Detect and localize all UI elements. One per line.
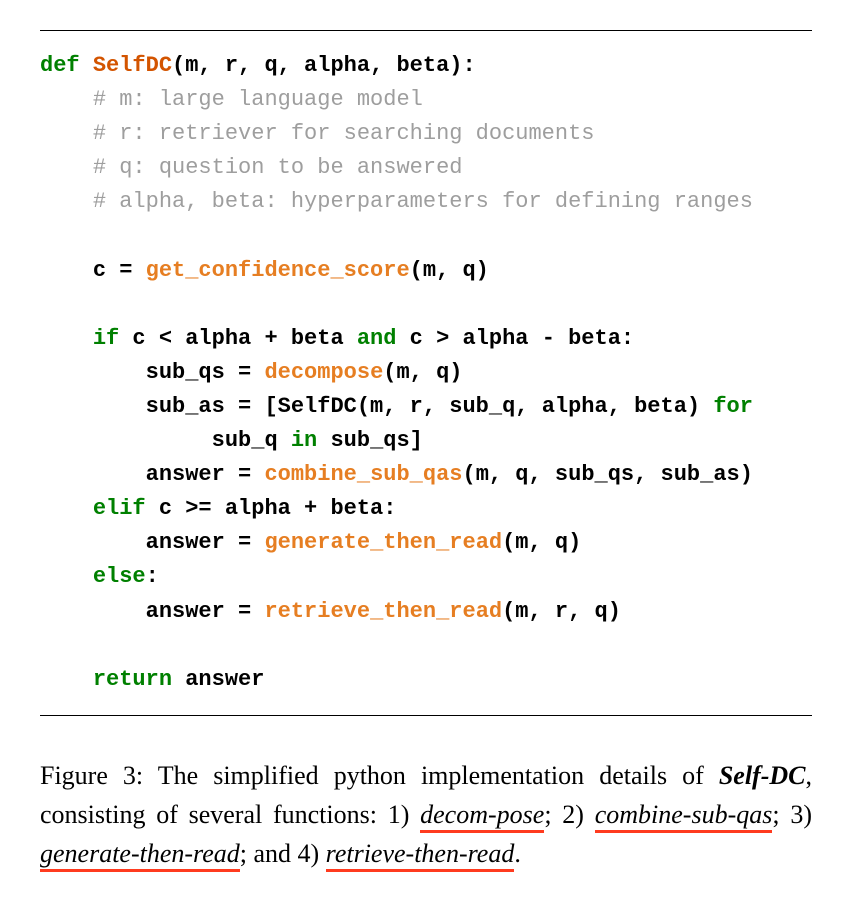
fn-label-retrieve-then-read: retrieve-then-read xyxy=(326,839,515,872)
subas-cont: sub_q xyxy=(212,428,291,453)
return-value: answer xyxy=(172,667,264,692)
answer-eq-3: answer = xyxy=(146,599,265,624)
comment-m: # m: large language model xyxy=(93,87,423,112)
fn-retrieve-then-read: retrieve_then_read xyxy=(264,599,502,624)
subqs-lhs: sub_qs = xyxy=(146,360,265,385)
gen-args: (m, q) xyxy=(502,530,581,555)
comment-alpha-beta: # alpha, beta: hyperparameters for defin… xyxy=(93,189,753,214)
comment-r: # r: retriever for searching documents xyxy=(93,121,595,146)
decompose-args: (m, q) xyxy=(383,360,462,385)
cond1a: c < alpha + beta xyxy=(119,326,357,351)
sep3: ; and 4) xyxy=(240,839,326,868)
subas-end: sub_qs] xyxy=(317,428,423,453)
code-block: def SelfDC(m, r, q, alpha, beta): # m: l… xyxy=(40,30,812,716)
sep1: ; 2) xyxy=(544,800,594,829)
keyword-and: and xyxy=(357,326,397,351)
function-name-selfdc: SelfDC xyxy=(93,53,172,78)
keyword-else: else xyxy=(93,564,146,589)
keyword-in: in xyxy=(291,428,317,453)
caption-selfdc: Self-DC xyxy=(719,761,806,790)
answer-eq-1: answer = xyxy=(146,462,265,487)
c-equals: c = xyxy=(93,258,146,283)
cond1b: c > alpha - beta: xyxy=(396,326,634,351)
figure-caption: Figure 3: The simplified python implemen… xyxy=(40,756,812,873)
keyword-def: def xyxy=(40,53,80,78)
fn-label-combine-sub-qas: combine-sub-qas xyxy=(595,800,773,833)
keyword-elif: elif xyxy=(93,496,146,521)
sep2: ; 3) xyxy=(772,800,812,829)
keyword-return: return xyxy=(93,667,172,692)
comment-q: # q: question to be answered xyxy=(93,155,463,180)
fn-decompose: decompose xyxy=(264,360,383,385)
fn-generate-then-read: generate_then_read xyxy=(264,530,502,555)
keyword-for: for xyxy=(713,394,753,419)
params: (m, r, q, alpha, beta): xyxy=(172,53,476,78)
combine-args: (m, q, sub_qs, sub_as) xyxy=(463,462,753,487)
fn-get-confidence-score: get_confidence_score xyxy=(146,258,410,283)
fn-label-generate-then-read: generate-then-read xyxy=(40,839,240,872)
fn-combine-sub-qas: combine_sub_qas xyxy=(264,462,462,487)
get-conf-args: (m, q) xyxy=(410,258,489,283)
ret-args: (m, r, q) xyxy=(502,599,621,624)
caption-end: . xyxy=(514,839,521,868)
answer-eq-2: answer = xyxy=(146,530,265,555)
fn-label-decompose: decom-pose xyxy=(420,800,544,833)
colon: : xyxy=(146,564,159,589)
subas-lhs: sub_as = [SelfDC(m, r, sub_q, alpha, bet… xyxy=(146,394,714,419)
caption-prefix: Figure 3: The simplified python implemen… xyxy=(40,761,719,790)
cond2: c >= alpha + beta: xyxy=(146,496,397,521)
keyword-if: if xyxy=(93,326,119,351)
